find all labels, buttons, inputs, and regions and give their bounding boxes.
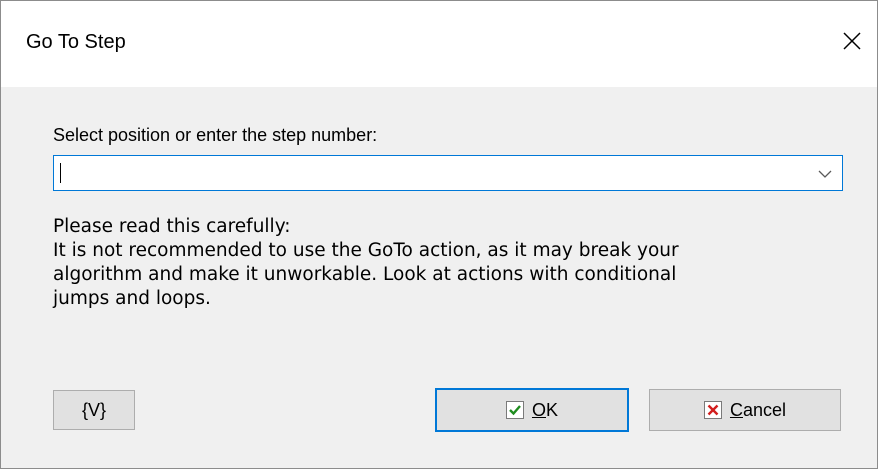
dialog-title: Go To Step [26, 31, 126, 53]
step-field-label: Select position or enter the step number… [53, 125, 378, 145]
close-button[interactable] [825, 1, 877, 87]
ok-button-label: OK [531, 399, 559, 420]
checkmark-icon [505, 401, 524, 419]
ok-button[interactable]: OK [435, 388, 629, 432]
cancel-button[interactable]: Cancel [649, 389, 841, 431]
close-icon [843, 32, 861, 50]
title-bar: Go To Step [1, 1, 877, 87]
x-mark-icon [703, 401, 722, 419]
notice-line: algorithm and make it unworkable. Look a… [53, 264, 677, 285]
variables-button-label: {V} [81, 400, 107, 420]
text-caret [60, 163, 61, 183]
step-combobox[interactable] [53, 155, 843, 191]
dropdown-button[interactable] [817, 166, 833, 182]
notice-line: It is not recommended to use the GoTo ac… [53, 240, 679, 261]
notice-line: Please read this carefully: [53, 216, 291, 237]
cancel-button-label: Cancel [729, 399, 787, 420]
variables-button[interactable]: {V} [53, 390, 135, 430]
go-to-step-dialog: Go To Step Select position or enter the … [0, 0, 878, 469]
warning-notice: Please read this carefully: It is not re… [53, 215, 843, 311]
step-input[interactable] [58, 160, 788, 186]
chevron-down-icon [818, 170, 832, 178]
notice-line: jumps and loops. [53, 288, 211, 309]
